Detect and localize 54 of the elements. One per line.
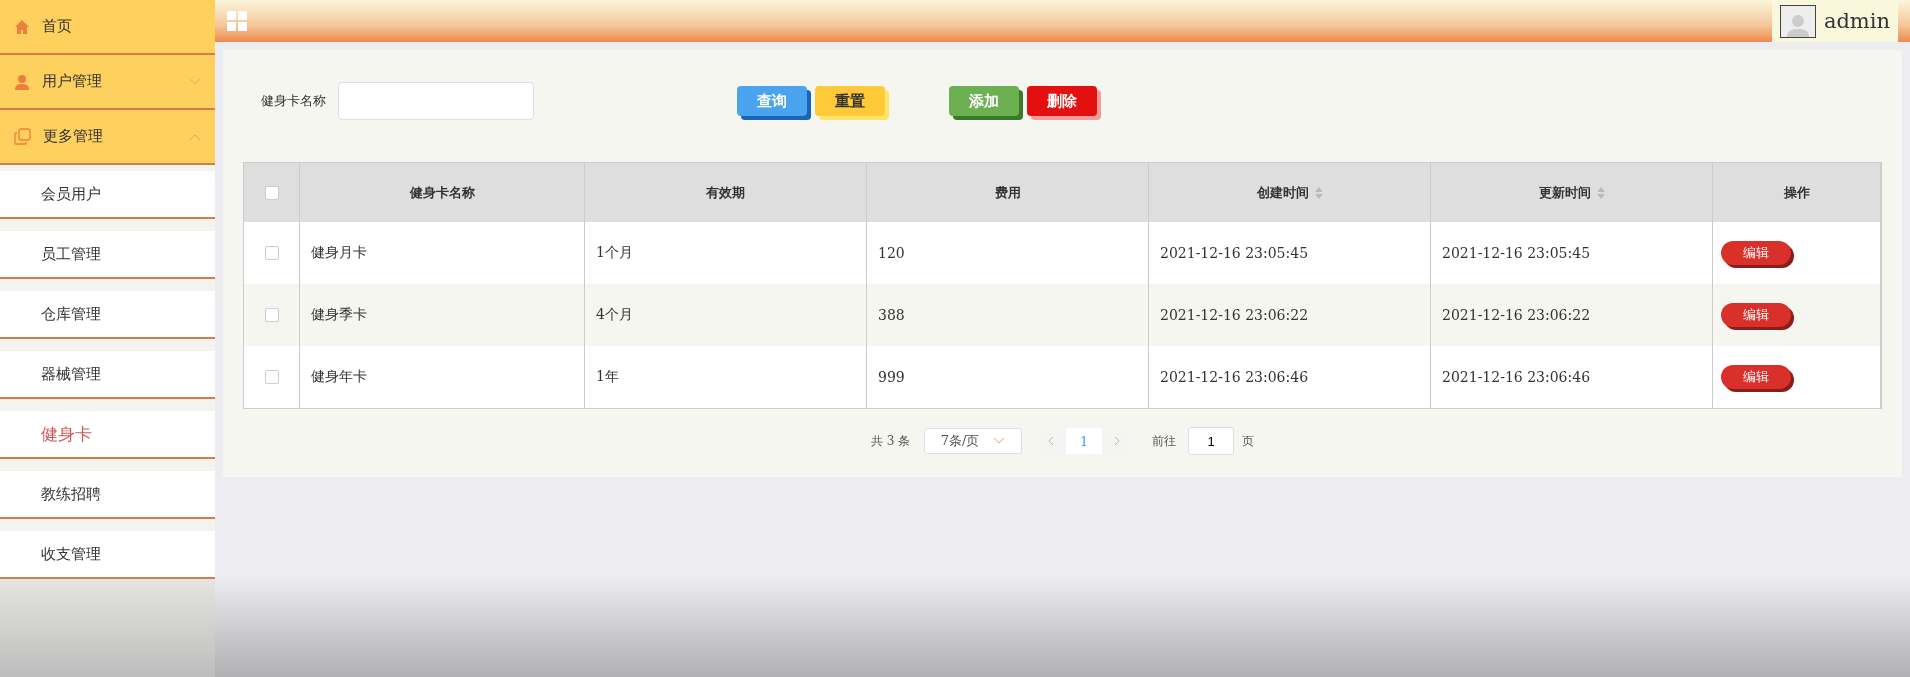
- table-cell: 健身月卡: [300, 222, 585, 284]
- submenu-item[interactable]: 健身卡: [0, 411, 215, 459]
- field-label: 健身卡名称: [261, 92, 326, 110]
- checkbox[interactable]: [264, 185, 279, 200]
- table-cell: 1年: [585, 346, 867, 408]
- total-count: 共 3 条: [870, 432, 911, 450]
- sort-icon[interactable]: [1596, 186, 1605, 199]
- sidebar-item-label: 用户管理: [42, 72, 103, 91]
- submenu-item[interactable]: 器械管理: [0, 351, 215, 399]
- checkbox[interactable]: [264, 370, 279, 384]
- checkbox[interactable]: [264, 246, 279, 260]
- column-title: 费用: [994, 183, 1021, 202]
- column-title: 创建时间: [1256, 183, 1309, 202]
- table-cell: 2021-12-16 23:06:46: [1431, 346, 1713, 408]
- edit-button[interactable]: 编辑: [1721, 303, 1791, 327]
- submenu-item[interactable]: 收支管理: [0, 531, 215, 579]
- table-cell: 120: [867, 222, 1149, 284]
- avatar-icon[interactable]: [1779, 4, 1816, 38]
- goto-label: 前往: [1152, 432, 1177, 450]
- page-size-select[interactable]: 7条/页: [924, 428, 1023, 454]
- user-icon: [14, 73, 30, 90]
- grid-icon[interactable]: [227, 11, 247, 31]
- page-suffix: 页: [1242, 432, 1255, 450]
- sidebar-item[interactable]: 用户管理: [0, 55, 215, 110]
- submenu-item[interactable]: 员工管理: [0, 231, 215, 279]
- column-title: 有效期: [706, 183, 745, 202]
- column-title: 更新时间: [1538, 183, 1591, 202]
- edit-button[interactable]: 编辑: [1721, 365, 1791, 389]
- user-name: admin: [1823, 9, 1890, 33]
- table-cell: 2021-12-16 23:05:45: [1149, 222, 1431, 284]
- sidebar-item[interactable]: 首页: [0, 0, 215, 55]
- column-title: 操作: [1783, 183, 1810, 202]
- table-cell: 1个月: [585, 222, 867, 284]
- submenu-item[interactable]: 会员用户: [0, 171, 215, 219]
- chevron-right-icon: [1114, 436, 1121, 446]
- table-cell: 2021-12-16 23:05:45: [1431, 222, 1713, 284]
- sidebar-item-label: 首页: [42, 17, 73, 36]
- sidebar-item[interactable]: 更多管理: [0, 110, 215, 165]
- column-title: 健身卡名称: [409, 183, 475, 202]
- submenu-item[interactable]: 仓库管理: [0, 291, 215, 339]
- chevron-down-icon: [993, 437, 1006, 445]
- sort-icon[interactable]: [1314, 186, 1323, 199]
- sidebar-item-label: 更多管理: [43, 127, 104, 146]
- copy-icon: [14, 128, 31, 145]
- home-icon: [14, 18, 30, 35]
- page-input[interactable]: 1: [1188, 427, 1235, 455]
- submenu-item[interactable]: 教练招聘: [0, 471, 215, 519]
- table-cell: 2021-12-16 23:06:46: [1149, 346, 1431, 408]
- chevron-left-icon: [1048, 436, 1055, 446]
- checkbox[interactable]: [264, 308, 279, 322]
- input-field[interactable]: [338, 82, 534, 120]
- edit-button[interactable]: 编辑: [1721, 241, 1791, 265]
- table-cell: 健身年卡: [300, 346, 585, 408]
- table-cell: 999: [867, 346, 1149, 408]
